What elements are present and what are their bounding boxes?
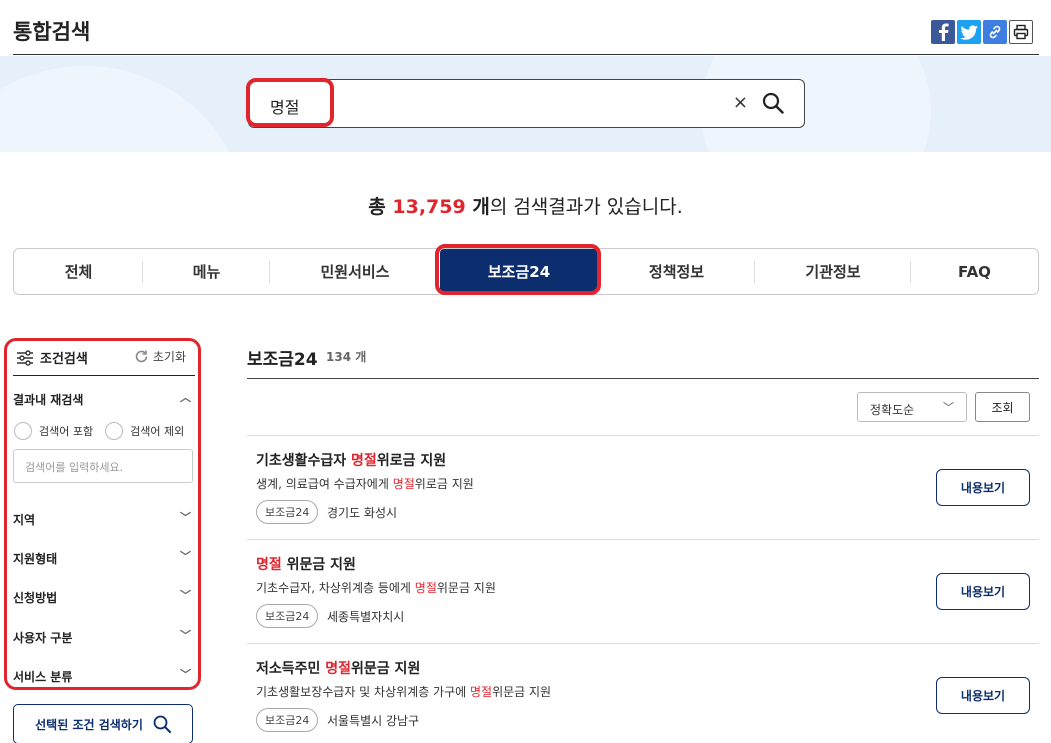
tab-menu[interactable]: 메뉴 [143,249,270,294]
result-location: 경기도 화성시 [327,506,398,520]
twitter-icon[interactable] [957,20,981,44]
results-title: 보조금24 [247,350,318,370]
highlight-box [246,78,334,127]
share-toolbar [931,20,1033,44]
results-count: 134 개 [326,350,367,364]
page-title: 통합검색 [13,20,91,44]
result-item: 저소득주민 명절위문금 지원 기초생활보장수급자 및 차상위계층 가구에 명절위… [247,643,1039,743]
link-icon[interactable] [983,20,1007,44]
view-details-button[interactable]: 내용보기 [936,573,1030,610]
result-description: 생계, 의료급여 수급자에게 명절위로금 지원 [256,477,474,491]
apply-filters-button[interactable]: 선택된 조건 검색하기 [13,704,193,743]
total-count: 13,759 [392,196,466,218]
category-badge: 보조금24 [256,708,319,732]
result-title[interactable]: 저소득주민 명절위문금 지원 [256,658,420,678]
result-description: 기초생활보장수급자 및 차상위계층 가구에 명절위문금 지원 [256,685,552,699]
result-item: 명절 위문금 지원 기초수급자, 차상위계층 등에게 명절위문금 지원 보조금2… [247,539,1039,643]
search-icon[interactable] [762,92,784,118]
result-title[interactable]: 기초생활수급자 명절위로금 지원 [256,450,446,470]
search-band: 명절 × [0,56,1051,152]
sort-select[interactable]: 정확도순 ﹀ [857,392,967,422]
result-title[interactable]: 명절 위문금 지원 [256,554,356,574]
search-icon [153,715,171,733]
result-description: 기초수급자, 차상위계층 등에게 명절위문금 지원 [256,581,496,595]
result-item: 기초생활수급자 명절위로금 지원 생계, 의료급여 수급자에게 명절위로금 지원… [247,435,1039,539]
facebook-icon[interactable] [931,20,955,44]
tab-all[interactable]: 전체 [14,249,143,294]
chevron-down-icon: ﹀ [943,401,954,414]
result-location: 세종특별자치시 [327,610,405,624]
tab-faq[interactable]: FAQ [911,249,1038,294]
background-circle [0,66,250,152]
category-badge: 보조금24 [256,500,319,524]
print-icon[interactable] [1009,20,1033,44]
tab-civil-service[interactable]: 민원서비스 [270,249,440,294]
divider [247,378,1039,379]
page-header: 통합검색 [13,0,1039,55]
tab-policy-info[interactable]: 정책정보 [598,249,755,294]
category-badge: 보조금24 [256,604,319,628]
view-details-button[interactable]: 내용보기 [936,469,1030,506]
tab-agency-info[interactable]: 기관정보 [755,249,911,294]
view-details-button[interactable]: 내용보기 [936,677,1030,714]
result-location: 서울특별시 강남구 [327,714,420,728]
clear-icon[interactable]: × [733,92,748,113]
highlight-box [4,338,201,690]
result-summary: 총 13,759 개의 검색결과가 있습니다. [368,196,683,218]
query-button[interactable]: 조회 [975,392,1030,422]
highlight-box [435,244,601,295]
